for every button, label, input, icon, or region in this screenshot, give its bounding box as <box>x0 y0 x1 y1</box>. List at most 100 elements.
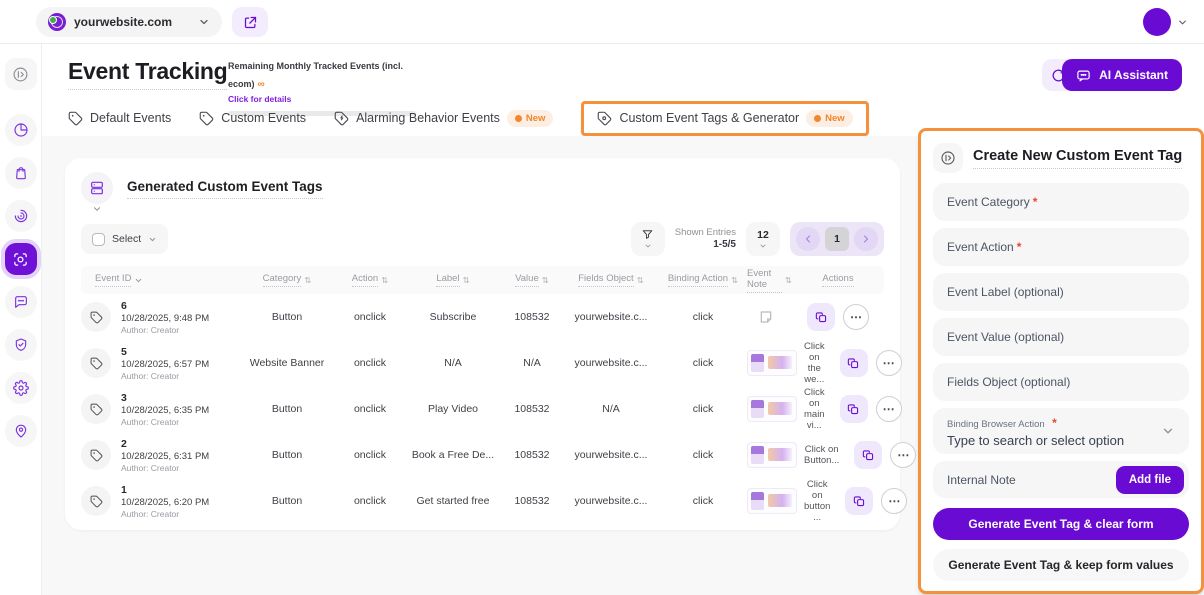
add-file-button[interactable]: Add file <box>1116 466 1184 494</box>
radar-spiral-icon <box>13 208 29 224</box>
event-date: 10/28/2025, 6:35 PM <box>121 405 209 416</box>
tab-custom-events[interactable]: Custom Events <box>199 111 306 126</box>
ai-assistant-button[interactable]: AI Assistant <box>1062 59 1182 91</box>
event-id: 3 <box>121 392 209 404</box>
event-author: Author: Creator <box>121 509 209 519</box>
page-title: Event Tracking <box>68 58 227 90</box>
column-header-actions: Actions <box>792 273 884 287</box>
page-size-selector[interactable]: 12 <box>746 222 780 256</box>
copy-tag-button[interactable] <box>840 395 868 423</box>
sidebar-item-geo[interactable] <box>5 415 37 447</box>
column-header-value[interactable]: Value <box>501 273 563 287</box>
copy-tag-button[interactable] <box>807 303 835 331</box>
chat-assistant-icon <box>1076 68 1091 83</box>
domain-selector[interactable]: yourwebsite.com <box>36 7 222 37</box>
column-header-category[interactable]: Category <box>239 273 335 287</box>
sidebar-nav <box>0 44 42 595</box>
form-field[interactable]: Fields Object (optional) <box>933 363 1189 401</box>
tab-custom-event-tags-generator[interactable]: Custom Event Tags & Generator New <box>581 101 868 136</box>
note-thumbnail[interactable] <box>747 350 797 376</box>
more-actions-button[interactable]: ⋯ <box>876 396 902 422</box>
chevron-down-icon <box>92 204 102 214</box>
chevron-down-icon <box>1161 424 1175 438</box>
cell-category: Button <box>239 449 335 461</box>
form-field[interactable]: Event Action * <box>933 228 1189 266</box>
sidebar-item-feedback[interactable] <box>5 286 37 318</box>
table-row[interactable]: 6 10/28/2025, 9:48 PM Author: Creator Bu… <box>81 294 884 340</box>
sidebar-item-settings[interactable] <box>5 372 37 404</box>
table-collapse-toggle[interactable] <box>81 172 113 214</box>
copy-tag-button[interactable] <box>854 441 882 469</box>
table-row[interactable]: 3 10/28/2025, 6:35 PM Author: Creator Bu… <box>81 386 884 432</box>
chevron-down-icon <box>1177 17 1188 28</box>
note-thumbnail[interactable] <box>747 488 797 514</box>
column-header-event-id[interactable]: Event ID <box>81 273 239 287</box>
top-bar: yourwebsite.com <box>0 0 1204 44</box>
tag-icon <box>68 111 83 126</box>
note-text: Click on Button... <box>804 444 839 466</box>
column-header-action[interactable]: Action <box>335 273 405 287</box>
more-actions-button[interactable]: ⋯ <box>843 304 869 330</box>
form-field[interactable]: Event Label (optional) <box>933 273 1189 311</box>
note-thumbnail[interactable] <box>747 396 797 422</box>
table-row[interactable]: 1 10/28/2025, 6:20 PM Author: Creator Bu… <box>81 478 884 524</box>
more-actions-button[interactable]: ⋯ <box>890 442 916 468</box>
open-website-button[interactable] <box>232 7 268 37</box>
column-header-fields-object[interactable]: Fields Object <box>563 273 659 287</box>
table-row[interactable]: 2 10/28/2025, 6:31 PM Author: Creator Bu… <box>81 432 884 478</box>
page-header: Event Tracking Remaining Monthly Tracked… <box>42 44 1204 136</box>
next-page-button[interactable] <box>854 227 878 251</box>
event-date: 10/28/2025, 6:20 PM <box>121 497 209 508</box>
cell-value: 108532 <box>501 403 563 415</box>
sidebar-collapse-button[interactable] <box>5 58 37 90</box>
tag-icon <box>199 111 214 126</box>
internal-note-field[interactable]: Internal Note Add file <box>933 461 1189 499</box>
tab-bar: Default Events Custom Events Alarming Be… <box>68 100 869 136</box>
binding-browser-action-select[interactable]: Binding Browser Action * Type to search … <box>933 408 1189 454</box>
tab-default-events[interactable]: Default Events <box>68 111 171 126</box>
infinity-icon: ∞ <box>258 79 265 90</box>
more-actions-button[interactable]: ⋯ <box>881 488 907 514</box>
filter-button[interactable] <box>631 222 665 256</box>
select-rows-button[interactable]: Select <box>81 224 168 254</box>
user-menu[interactable] <box>1143 8 1188 36</box>
panel-collapse-button[interactable] <box>933 143 963 173</box>
cell-action: onclick <box>335 403 405 415</box>
tab-label: Alarming Behavior Events <box>356 111 500 125</box>
form-field[interactable]: Event Category * <box>933 183 1189 221</box>
event-id: 1 <box>121 484 209 496</box>
tab-alarming-behavior-events[interactable]: Alarming Behavior Events New <box>334 110 553 127</box>
cell-fields-object: yourwebsite.c... <box>563 357 659 369</box>
binding-action-placeholder: Type to search or select option <box>947 433 1161 448</box>
event-id: 5 <box>121 346 209 358</box>
generate-clear-button[interactable]: Generate Event Tag & clear form <box>933 508 1189 540</box>
cell-category: Button <box>239 403 335 415</box>
sidebar-item-event-tracking[interactable] <box>5 243 37 275</box>
form-field[interactable]: Event Value (optional) <box>933 318 1189 356</box>
sidebar-item-sessions[interactable] <box>5 200 37 232</box>
form-field-label: Event Value (optional) <box>947 330 1064 344</box>
note-icon <box>758 309 774 325</box>
column-header-binding-action[interactable]: Binding Action <box>659 273 747 287</box>
chevron-down-icon <box>759 242 767 250</box>
current-page[interactable]: 1 <box>825 227 849 251</box>
prev-page-button[interactable] <box>796 227 820 251</box>
column-header-label[interactable]: Label <box>405 273 501 287</box>
arrow-right-icon <box>860 233 872 245</box>
more-actions-button[interactable]: ⋯ <box>876 350 902 376</box>
table-row[interactable]: 5 10/28/2025, 6:57 PM Author: Creator We… <box>81 340 884 386</box>
copy-tag-button[interactable] <box>845 487 873 515</box>
copy-tag-button[interactable] <box>840 349 868 377</box>
generate-keep-button[interactable]: Generate Event Tag & keep form values <box>933 549 1189 581</box>
collapse-panel-icon <box>940 150 956 166</box>
sidebar-item-analytics[interactable] <box>5 114 37 146</box>
sidebar-item-ecommerce[interactable] <box>5 157 37 189</box>
chevron-down-icon <box>134 276 143 285</box>
event-author: Author: Creator <box>121 463 209 473</box>
content-area: Generated Custom Event Tags Select Shown… <box>42 136 1204 595</box>
select-all-checkbox[interactable] <box>92 233 105 246</box>
column-header-event-note[interactable]: Event Note <box>747 268 792 293</box>
sidebar-item-privacy[interactable] <box>5 329 37 361</box>
row-tag-icon <box>81 302 111 332</box>
note-thumbnail[interactable] <box>747 442 797 468</box>
